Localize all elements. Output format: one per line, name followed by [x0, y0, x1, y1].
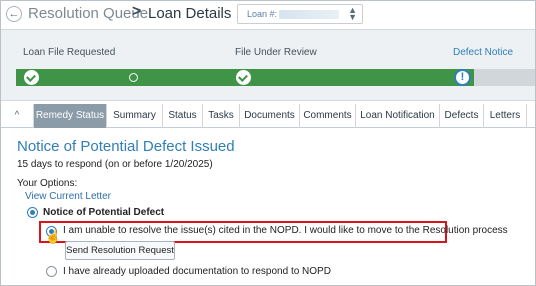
- alert-icon: [454, 69, 471, 86]
- tab-comments[interactable]: Comments: [300, 104, 356, 128]
- breadcrumb-resolution-queue[interactable]: Resolution Queue: [28, 5, 148, 22]
- step-label-loan-file-requested: Loan File Requested: [23, 47, 116, 58]
- page-title: Loan Details: [148, 5, 232, 22]
- loan-number-redacted: [279, 10, 339, 19]
- uploaded-documentation-label: I have already uploaded documentation to…: [63, 266, 331, 277]
- tab-bar: ^ Remedy Status Summary Status Tasks Doc…: [1, 104, 535, 128]
- tab-letters[interactable]: Letters: [484, 104, 527, 128]
- tab-remedy-status[interactable]: Remedy Status: [34, 104, 107, 128]
- uploaded-documentation-radio[interactable]: [46, 266, 57, 277]
- step-label-defect-notice: Defect Notice: [453, 47, 514, 58]
- tab-defects[interactable]: Defects: [440, 104, 484, 128]
- collapse-icon[interactable]: ^: [1, 104, 34, 128]
- arrow-left-icon[interactable]: ←: [6, 6, 22, 22]
- send-resolution-request-button[interactable]: Send Resolution Request: [65, 241, 175, 260]
- check-icon: [24, 70, 39, 85]
- resolution-process-label: I am unable to resolve the issue(s) cite…: [63, 225, 508, 236]
- remedy-status-panel: Notice of Potential Defect Issued 15 day…: [1, 129, 535, 285]
- tab-summary[interactable]: Summary: [107, 104, 163, 128]
- options-label: Your Options:: [17, 178, 78, 189]
- tab-status[interactable]: Status: [163, 104, 203, 128]
- notice-title: Notice of Potential Defect Issued: [17, 138, 235, 155]
- step-label-file-under-review: File Under Review: [235, 47, 317, 58]
- view-current-letter-link[interactable]: View Current Letter: [25, 191, 111, 202]
- breadcrumb-separator: >: [132, 3, 142, 20]
- tab-loan-notification[interactable]: Loan Notification: [356, 104, 440, 128]
- loan-number-select[interactable]: Loan #: ▲ ▼: [237, 4, 363, 24]
- progress-track: [16, 69, 535, 86]
- chevron-up-down-icon: ▲ ▼: [348, 5, 357, 22]
- loan-number-label: Loan #:: [247, 9, 278, 19]
- tab-tasks[interactable]: Tasks: [203, 104, 240, 128]
- nopd-group-radio[interactable]: [27, 207, 38, 218]
- app-frame: ← Resolution Queue > Loan Details Loan #…: [0, 0, 536, 286]
- nopd-group-label: Notice of Potential Defect: [43, 207, 165, 218]
- hand-cursor-icon: ☝: [45, 229, 62, 244]
- tab-documents[interactable]: Documents: [240, 104, 300, 128]
- pending-step-icon: [129, 73, 138, 82]
- page-header: ← Resolution Queue > Loan Details Loan #…: [1, 1, 535, 29]
- check-icon: [236, 70, 251, 85]
- response-deadline: 15 days to respond (on or before 1/20/20…: [17, 159, 213, 170]
- status-progress-tracker: Loan File Requested File Under Review De…: [1, 29, 535, 101]
